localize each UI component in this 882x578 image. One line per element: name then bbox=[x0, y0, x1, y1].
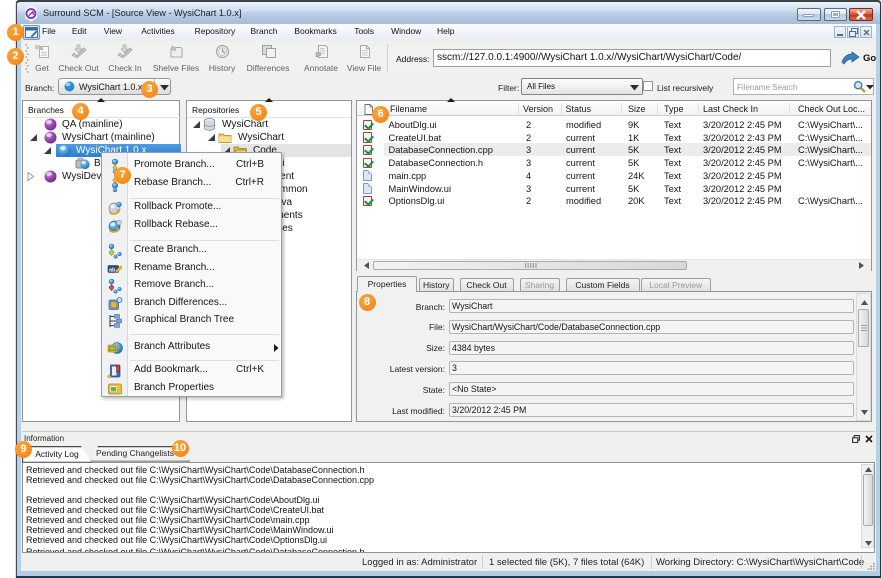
svg-text:ab: ab bbox=[109, 267, 116, 273]
